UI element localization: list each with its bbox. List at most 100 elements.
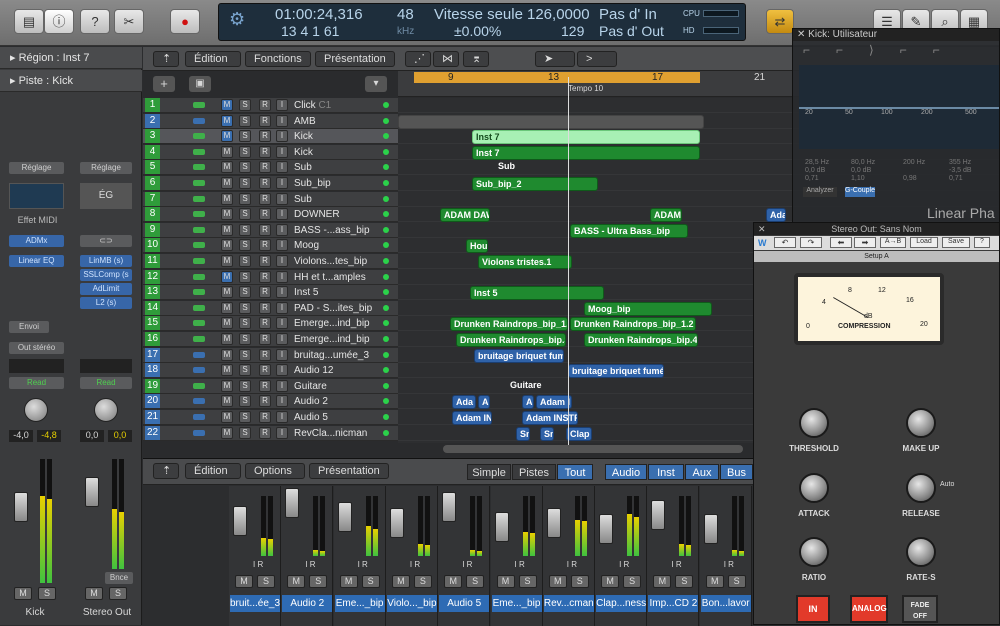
rate-knob[interactable] [906, 537, 936, 567]
record-icon[interactable]: ● [170, 9, 200, 34]
track-name[interactable]: Guitare [294, 379, 386, 394]
mute-button[interactable]: M [221, 364, 233, 377]
channel-name[interactable]: Audio 2 [282, 595, 333, 612]
track-row[interactable]: 13 M S R I Inst 5 [143, 285, 398, 301]
region[interactable]: Sub_bip_2 [472, 177, 598, 191]
volume-right[interactable]: 0,0 [80, 430, 104, 442]
load-button[interactable]: Load [910, 237, 938, 248]
input-monitor-button[interactable]: I [276, 114, 288, 127]
volume-fader-right[interactable] [85, 477, 99, 507]
region[interactable]: Hou [466, 239, 488, 254]
input-monitor-button[interactable]: I [276, 317, 288, 330]
region[interactable]: Adam [766, 208, 786, 223]
input-record-buttons[interactable]: I R [515, 560, 525, 569]
back-icon[interactable]: ⇡ [153, 463, 179, 479]
track-name[interactable]: bruitag...umée_3 [294, 348, 386, 363]
solo-button[interactable]: S [239, 145, 251, 158]
channel-name[interactable]: Violo..._bip [386, 595, 437, 612]
add-track-button[interactable]: + [153, 76, 175, 92]
record-enable-button[interactable]: R [259, 301, 271, 314]
region[interactable]: Drunken Raindrops_bip_1.1 [450, 317, 568, 332]
solo-button[interactable]: S [239, 411, 251, 423]
track-name[interactable]: Sub [294, 160, 386, 175]
secondary-tool-icon[interactable]: > [577, 51, 617, 67]
region[interactable]: Adam I [536, 395, 572, 410]
solo-button[interactable]: S [466, 575, 485, 588]
tools-icon[interactable]: ✂ [114, 9, 144, 34]
track-name[interactable]: Audio 2 [294, 394, 386, 409]
region[interactable]: Sn [540, 426, 554, 441]
volume-fader[interactable] [337, 502, 352, 532]
input-record-buttons[interactable]: I R [671, 560, 681, 569]
solo-button[interactable]: S [239, 364, 251, 377]
pointer-tool-icon[interactable]: ➤ [535, 51, 575, 67]
channel-name[interactable]: Audio 5 [439, 595, 490, 612]
menu-presentation[interactable]: Présentation [315, 51, 395, 67]
input-monitor-button[interactable]: I [276, 130, 288, 143]
track-row[interactable]: 7 M S R I Sub [143, 191, 398, 207]
record-enable-button[interactable]: R [259, 379, 271, 392]
release-knob[interactable] [906, 473, 936, 503]
input-monitor-button[interactable]: I [276, 145, 288, 158]
input-monitor-button[interactable]: I [276, 223, 288, 236]
track-row[interactable]: 10 M S R I Moog [143, 238, 398, 254]
region[interactable]: Inst 7 [472, 130, 700, 145]
track-row[interactable]: 16 M S R I Emerge...ind_bip [143, 332, 398, 347]
track-row[interactable]: 4 M S R I Kick [143, 144, 398, 160]
mute-button[interactable]: M [496, 575, 515, 588]
input-record-buttons[interactable]: I R [305, 560, 315, 569]
solo-button[interactable]: S [257, 575, 275, 588]
record-enable-button[interactable]: R [259, 208, 271, 221]
mute-button[interactable]: M [221, 145, 233, 158]
track-name[interactable]: Emerge...ind_bip [294, 332, 386, 347]
input-record-buttons[interactable]: I R [410, 560, 420, 569]
input-record-buttons[interactable]: I R [358, 560, 368, 569]
track-row[interactable]: 9 M S R I BASS -...ass_bip [143, 222, 398, 238]
mute-button[interactable]: M [221, 333, 233, 345]
track-row[interactable]: 5 M S R I Sub [143, 160, 398, 176]
mixer-menu-options[interactable]: Options [245, 463, 305, 479]
solo-button[interactable]: S [239, 301, 251, 314]
mute-button[interactable]: M [221, 114, 233, 127]
input-record-buttons[interactable]: I R [619, 560, 629, 569]
region[interactable]: Inst 7 [472, 145, 700, 160]
mixer-menu-edition[interactable]: Édition [185, 463, 241, 479]
playhead[interactable] [568, 77, 569, 447]
record-enable-button[interactable]: R [259, 411, 271, 423]
analog-button[interactable]: ANALOG [850, 595, 888, 623]
region[interactable]: bruitage briquet fumée [568, 364, 664, 379]
group-slot[interactable] [80, 359, 132, 373]
mute-button[interactable]: M [221, 208, 233, 221]
input-monitor-button[interactable]: I [276, 270, 288, 283]
mute-button[interactable]: M [221, 301, 233, 314]
tab-audio[interactable]: Audio [605, 464, 647, 480]
record-enable-button[interactable]: R [259, 130, 271, 143]
input-record-buttons[interactable]: I R [567, 560, 577, 569]
track-row[interactable]: 21 M S R I Audio 5 [143, 410, 398, 425]
tab-bus[interactable]: Bus [720, 464, 753, 480]
input-monitor-button[interactable]: I [276, 239, 288, 252]
solo-button[interactable]: S [239, 348, 251, 361]
folder-icon[interactable]: ▣ [189, 76, 211, 92]
mute-button[interactable]: M [235, 575, 253, 588]
track-name[interactable]: Sub [294, 192, 386, 207]
solo-button[interactable]: S [239, 114, 251, 127]
region[interactable]: ADAM [650, 208, 682, 223]
mute-button[interactable]: M [221, 239, 233, 252]
mute-button[interactable]: M [221, 317, 233, 330]
region-header[interactable]: ▸ Région : Inst 7 [0, 47, 142, 69]
track-row[interactable]: 15 M S R I Emerge...ind_bip [143, 316, 398, 332]
output-button[interactable]: Out stéréo [9, 342, 64, 354]
volume-fader-left[interactable] [14, 492, 28, 522]
tab-aux[interactable]: Aux [685, 464, 719, 480]
tab-inst[interactable]: Inst [648, 464, 684, 480]
volume-fader[interactable] [651, 500, 666, 530]
region[interactable]: BASS - Ultra Bass_bip [570, 223, 688, 238]
close-icon[interactable]: ✕ [758, 223, 766, 235]
volume-fader[interactable] [442, 492, 457, 522]
threshold-knob[interactable] [799, 408, 829, 438]
mute-button[interactable]: M [85, 587, 103, 600]
track-row[interactable]: 19 M S R I Guitare [143, 378, 398, 394]
input-monitor-button[interactable]: I [276, 161, 288, 174]
mixer-menu-presentation[interactable]: Présentation [309, 463, 389, 479]
